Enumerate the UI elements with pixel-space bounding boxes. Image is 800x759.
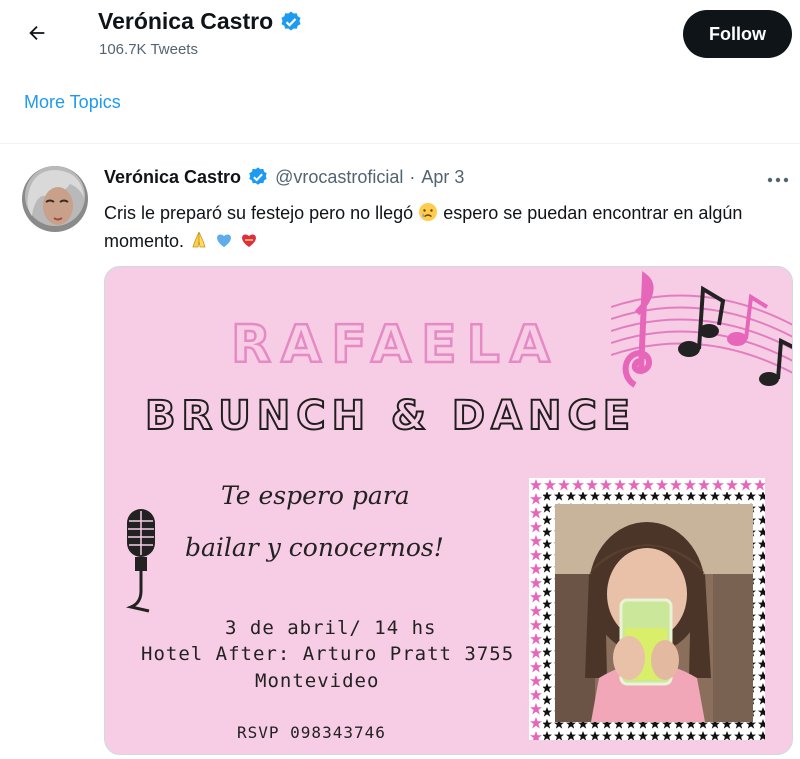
more-horizontal-icon xyxy=(767,177,789,183)
event-city: Montevideo xyxy=(255,670,380,692)
follow-button[interactable]: Follow xyxy=(683,10,792,58)
event-date: 3 de abril/ 14 hs xyxy=(225,617,437,639)
tweet-date[interactable]: Apr 3 xyxy=(421,167,464,188)
crying-face-icon xyxy=(419,203,438,221)
photo-frame xyxy=(529,478,765,740)
header-title-row: Verónica Castro xyxy=(98,8,303,35)
invitation-title: RAFAELA xyxy=(230,314,560,377)
separator-dot: · xyxy=(409,166,416,187)
tweet-text-part1: Cris le preparó su festejo pero no llegó xyxy=(104,203,414,223)
header-name: Verónica Castro xyxy=(98,8,274,34)
event-rsvp: RSVP 098343746 xyxy=(237,723,386,742)
tweet-count: 106.7K Tweets xyxy=(99,41,198,58)
tweet-author-name[interactable]: Verónica Castro xyxy=(104,167,241,188)
verified-badge-icon xyxy=(281,11,301,31)
music-notes-decoration xyxy=(611,270,792,388)
invitation-script-line2: bailar y conocernos! xyxy=(185,533,444,562)
tweet-header: Verónica Castro @vrocastroficial · Apr 3 xyxy=(104,166,464,188)
topics-section: More Topics xyxy=(0,72,800,144)
back-button[interactable] xyxy=(18,14,56,52)
microphone-icon xyxy=(125,509,155,613)
tweet-text: Cris le preparó su festejo pero no llegó… xyxy=(104,199,794,255)
more-topics-link[interactable]: More Topics xyxy=(24,92,121,113)
tweet-media-invitation[interactable]: RAFAELA BRUNCH & DANCE Te espero para ba… xyxy=(104,266,793,755)
blue-heart-icon xyxy=(217,234,232,247)
tweet-handle[interactable]: @vrocastroficial xyxy=(275,167,403,188)
verified-badge-icon xyxy=(249,167,267,185)
event-address: Hotel After: Arturo Pratt 3755 xyxy=(141,643,515,665)
heart-with-ribbon-icon xyxy=(242,234,257,247)
avatar-image xyxy=(22,166,88,232)
arrow-left-icon xyxy=(29,25,45,41)
folded-hands-icon xyxy=(192,231,206,248)
invitation-script-line1: Te espero para xyxy=(221,481,410,510)
avatar[interactable] xyxy=(22,166,88,232)
more-options-button[interactable] xyxy=(762,168,794,192)
profile-header: Verónica Castro 106.7K Tweets Follow xyxy=(0,0,800,72)
invitation-subtitle: BRUNCH & DANCE xyxy=(144,392,637,440)
